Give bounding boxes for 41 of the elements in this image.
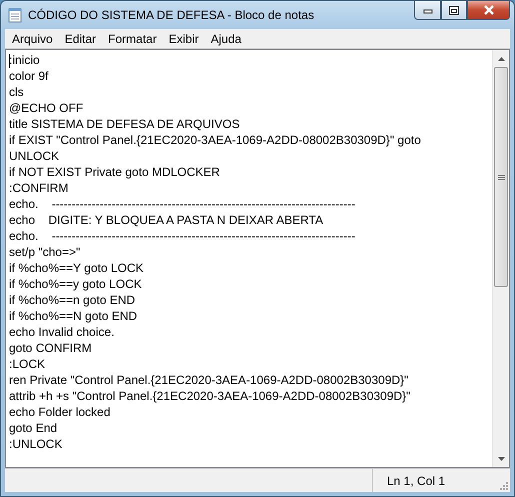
- code-line: if %cho%==N goto END: [9, 308, 138, 324]
- code-line: @ECHO OFF: [9, 100, 84, 116]
- code-line: goto End: [9, 420, 58, 436]
- maximize-button[interactable]: [441, 0, 467, 20]
- minimize-button[interactable]: [414, 0, 441, 20]
- menu-item[interactable]: Arquivo: [7, 28, 58, 48]
- code-line: echo. ----------------------------------------------------------------------------: [9, 196, 356, 212]
- code-line: if %cho%==Y goto LOCK: [9, 260, 145, 276]
- code-line: echo Folder locked: [9, 404, 112, 420]
- code-line: if NOT EXIST Private goto MDLOCKER: [9, 164, 221, 180]
- scrollbar[interactable]: [492, 50, 509, 467]
- code-line: color 9f: [9, 68, 50, 84]
- notepad-icon: [7, 7, 23, 23]
- code-line: echo. ----------------------------------------------------------------------------: [9, 228, 356, 244]
- menu-item[interactable]: Ajuda: [206, 28, 246, 48]
- close-icon: [482, 5, 494, 15]
- resize-grip-icon[interactable]: [497, 479, 509, 491]
- code-line: UNLOCK: [9, 148, 60, 164]
- window-title: CÓDIGO DO SISTEMA DE DEFESA - Bloco de notas: [28, 7, 314, 24]
- scroll-thumb[interactable]: [494, 67, 508, 287]
- code-line: title SISTEMA DE DEFESA DE ARQUIVOS: [9, 116, 241, 132]
- code-line: :LOCK: [9, 356, 46, 372]
- close-button[interactable]: [467, 0, 510, 20]
- menu-item[interactable]: Formatar: [103, 28, 162, 48]
- code-line: ren Private "Control Panel.{21EC2020-3AEA-1069-A2DD-08002B30309D}": [9, 372, 410, 388]
- code-line: :inicio: [9, 52, 41, 68]
- code-line: echo Invalid choice.: [9, 324, 116, 340]
- code-line: if %cho%==y goto LOCK: [9, 276, 143, 292]
- code-line: echo DIGITE: Y BLOQUEA A PASTA N DEIXAR ABERTA: [9, 212, 324, 228]
- code-line: set/p "cho=>": [9, 244, 82, 260]
- maximize-icon: [449, 6, 459, 14]
- code-line: if EXIST "Control Panel.{21EC2020-3AEA-1069-A2DD-08002B30309D}" goto: [9, 132, 422, 148]
- menu-item[interactable]: Editar: [60, 28, 102, 48]
- code-line: attrib +h +s "Control Panel.{21EC2020-3AEA-1069-A2DD-08002B30309D}": [9, 388, 412, 404]
- menu-item[interactable]: Exibir: [164, 28, 204, 48]
- code-line: :CONFIRM: [9, 180, 70, 196]
- code-line: if %cho%==n goto END: [9, 292, 136, 308]
- code-line: goto CONFIRM: [9, 340, 93, 356]
- code-line: cls: [9, 84, 25, 100]
- cursor-position: Ln 1, Col 1: [372, 469, 497, 492]
- code-line: :UNLOCK: [9, 436, 64, 452]
